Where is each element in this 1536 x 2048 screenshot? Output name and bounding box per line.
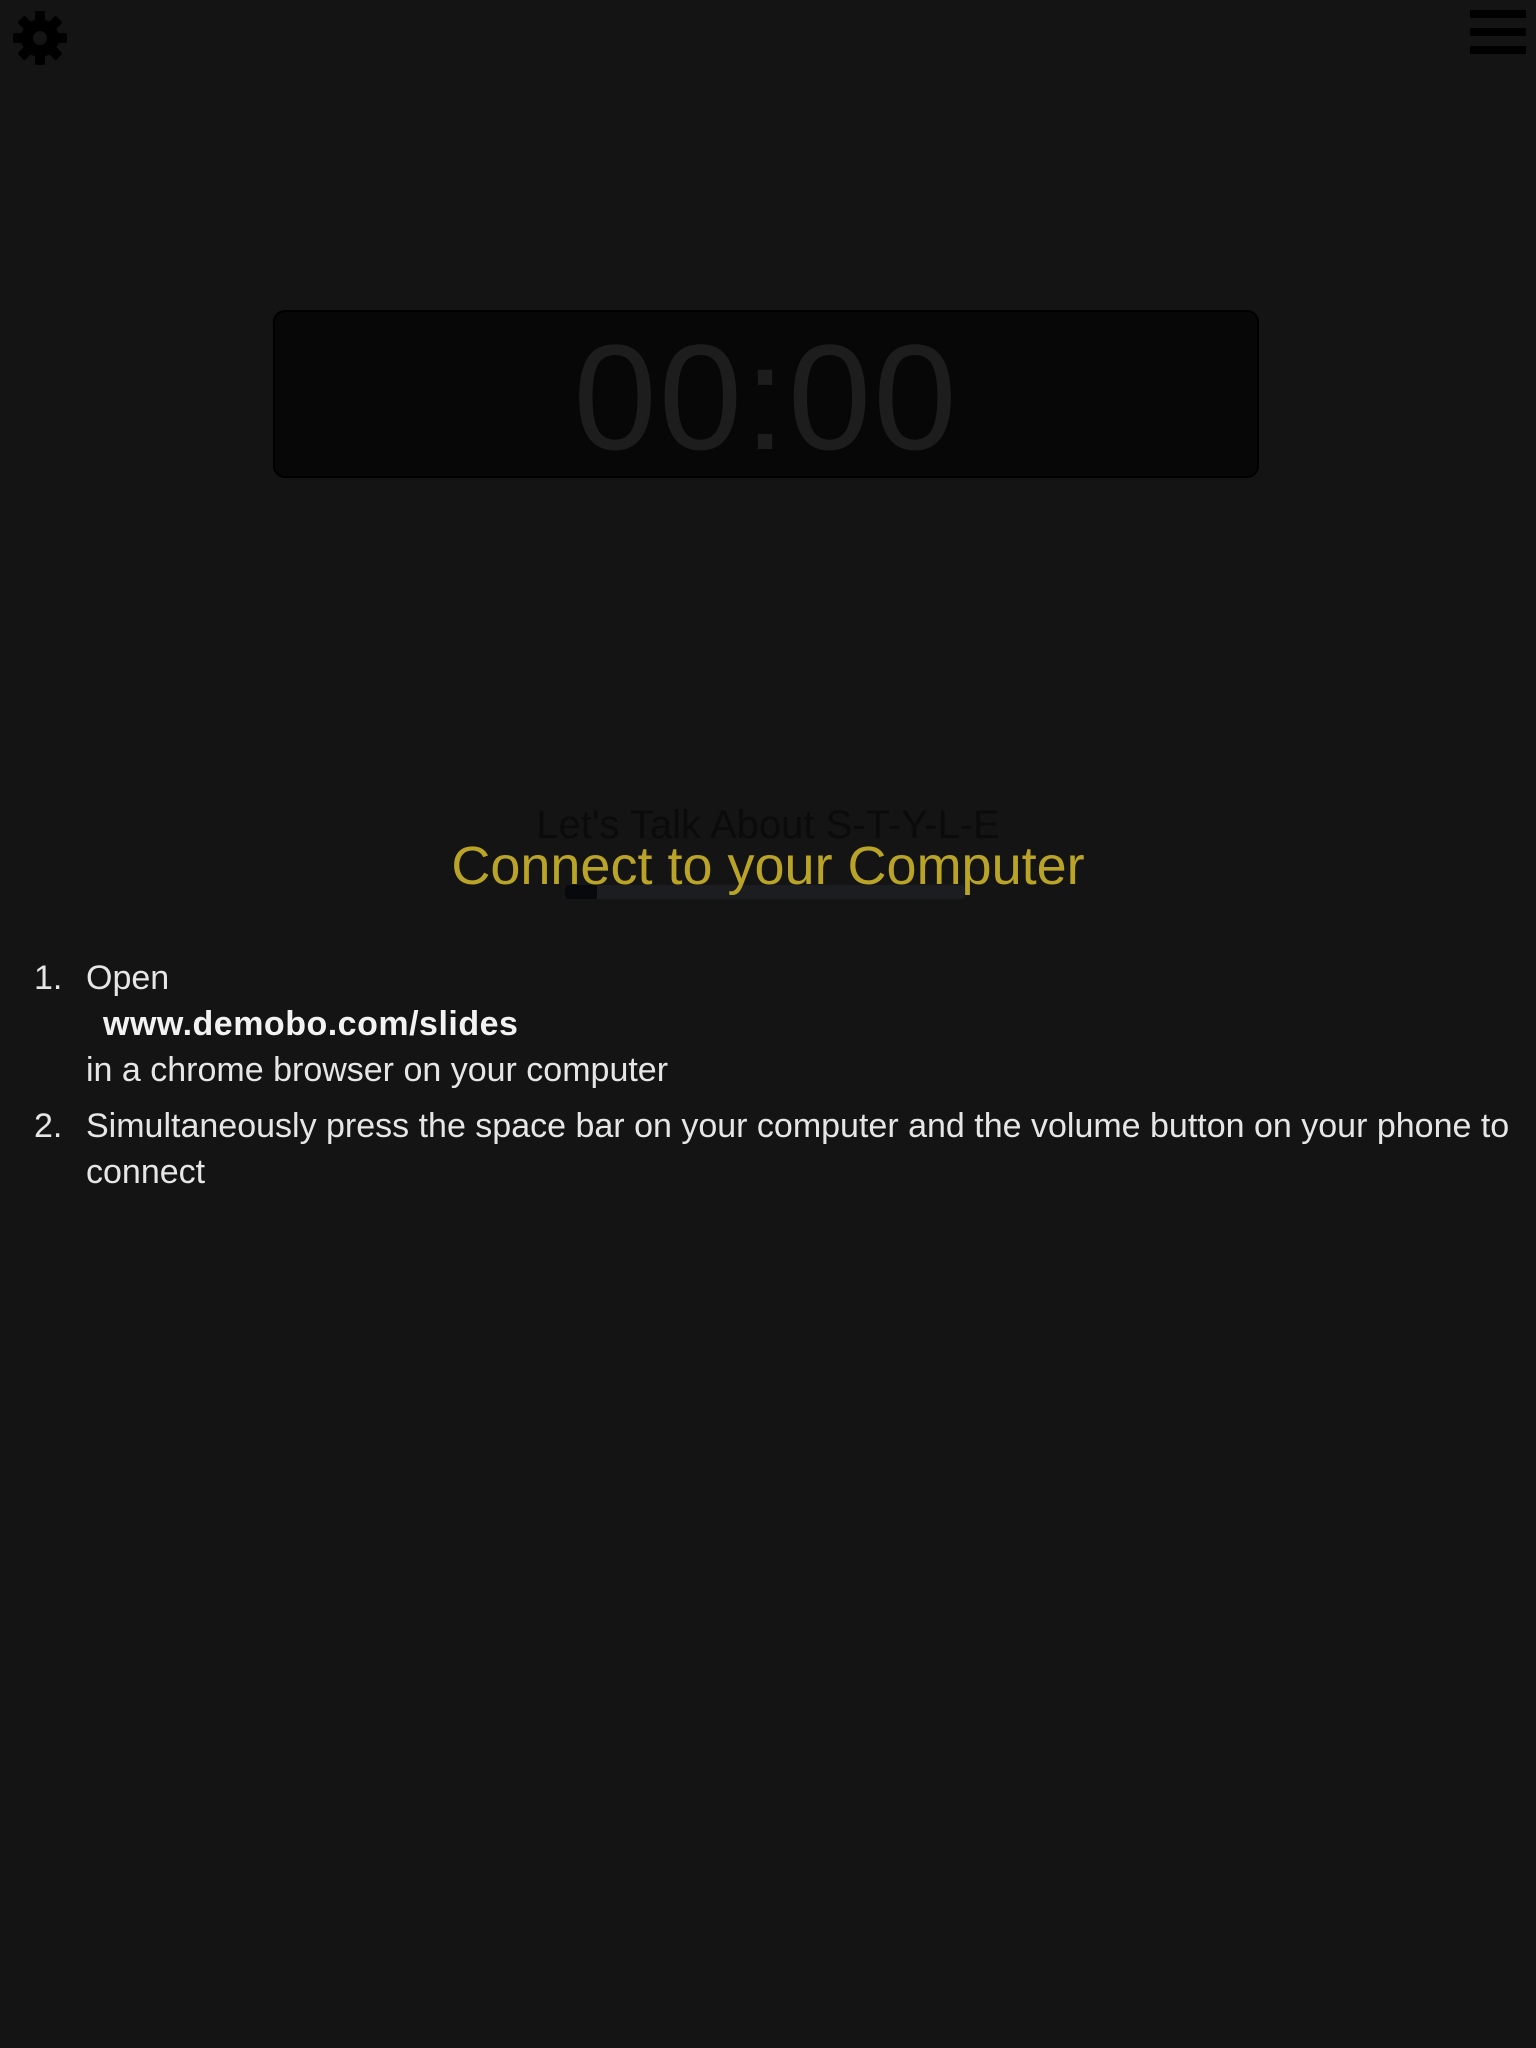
gear-icon xyxy=(13,11,67,65)
connect-steps-list: 1. Open www.demobo.com/slides in a chrom… xyxy=(0,955,1536,1205)
step-number: 1. xyxy=(34,959,63,997)
timer-display: 00:00 xyxy=(273,310,1259,478)
timer-value: 00:00 xyxy=(573,313,959,481)
step-text: Simultaneously press the space bar on yo… xyxy=(86,1107,1510,1191)
list-item: 1. Open www.demobo.com/slides in a chrom… xyxy=(0,955,1536,1093)
step-number: 2. xyxy=(34,1107,63,1145)
list-item: 2. Simultaneously press the space bar on… xyxy=(0,1103,1536,1195)
settings-button[interactable] xyxy=(10,8,70,68)
app-screen: 00:00 Let's Talk About S-T-Y-L-E Connect… xyxy=(0,0,1536,2048)
step-text: Open xyxy=(86,959,170,997)
connect-heading: Connect to your Computer xyxy=(451,836,1085,896)
slides-url-link[interactable]: www.demobo.com/slides xyxy=(86,1001,1536,1047)
menu-button[interactable] xyxy=(1466,8,1526,58)
step-text: in a chrome browser on your computer xyxy=(86,1051,669,1089)
